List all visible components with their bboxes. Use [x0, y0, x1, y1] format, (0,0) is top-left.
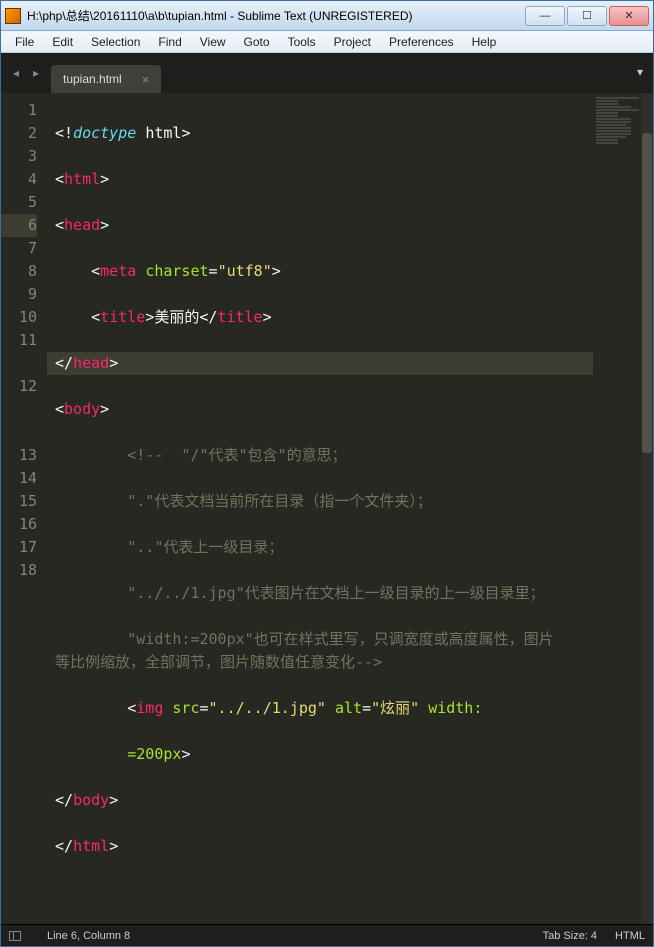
code-line[interactable]: =200px> [47, 743, 593, 766]
maximize-button[interactable]: ☐ [567, 6, 607, 26]
menu-selection[interactable]: Selection [83, 33, 148, 51]
close-button[interactable]: ✕ [609, 6, 649, 26]
menu-find[interactable]: Find [150, 33, 189, 51]
line-number[interactable]: 11 [1, 329, 37, 352]
line-number[interactable]: 10 [1, 306, 37, 329]
tab-forward-icon[interactable]: ▸ [29, 66, 43, 80]
code-line[interactable]: <!-- "/"代表"包含"的意思； [47, 444, 593, 467]
line-number[interactable]: 18 [1, 559, 37, 582]
minimize-button[interactable]: — [525, 6, 565, 26]
window: H:\php\总结\20161110\a\b\tupian.html - Sub… [0, 0, 654, 947]
code-line[interactable]: "../../1.jpg"代表图片在文档上一级目录的上一级目录里； [47, 582, 567, 605]
line-number[interactable]: 3 [1, 145, 37, 168]
code-line[interactable]: </html> [47, 835, 593, 858]
code-area[interactable]: <!doctype html> <html> <head> <meta char… [47, 93, 593, 924]
line-number[interactable]: 5 [1, 191, 37, 214]
editor[interactable]: 1 2 3 4 5 6 7 8 9 10 11 12 13 14 15 16 1… [1, 93, 653, 924]
line-number[interactable]: 2 [1, 122, 37, 145]
line-number[interactable]: 17 [1, 536, 37, 559]
line-number[interactable]: 13 [1, 444, 37, 467]
titlebar[interactable]: H:\php\总结\20161110\a\b\tupian.html - Sub… [1, 1, 653, 31]
code-line[interactable]: <html> [47, 168, 593, 191]
line-number[interactable]: 1 [1, 99, 37, 122]
code-line[interactable]: </body> [47, 789, 593, 812]
line-number[interactable]: 6 [1, 214, 37, 237]
file-tab-label: tupian.html [63, 72, 122, 86]
code-line[interactable]: <title>美丽的</title> [47, 306, 593, 329]
line-number[interactable]: 16 [1, 513, 37, 536]
line-number[interactable]: 9 [1, 283, 37, 306]
file-tab[interactable]: tupian.html × [51, 65, 161, 93]
code-line[interactable]: <!doctype html> [47, 122, 593, 145]
menu-file[interactable]: File [7, 33, 42, 51]
window-title: H:\php\总结\20161110\a\b\tupian.html - Sub… [27, 7, 525, 24]
code-line[interactable]: "width:=200px"也可在样式里写，只调宽度或高度属性，图片等比例缩放，… [47, 628, 567, 674]
window-buttons: — ☐ ✕ [525, 6, 649, 26]
line-number[interactable]: 4 [1, 168, 37, 191]
code-line[interactable] [47, 881, 593, 904]
menubar: File Edit Selection Find View Goto Tools… [1, 31, 653, 53]
code-line[interactable]: ".."代表上一级目录； [47, 536, 593, 559]
cursor-position[interactable]: Line 6, Column 8 [47, 930, 130, 942]
tab-close-icon[interactable]: × [142, 72, 150, 87]
line-number[interactable]: 15 [1, 490, 37, 513]
tabbar: ◂ ▸ tupian.html × ▾ [1, 53, 653, 93]
code-line[interactable]: <body> [47, 398, 593, 421]
menu-project[interactable]: Project [326, 33, 379, 51]
tab-history-nav: ◂ ▸ [9, 66, 43, 80]
line-gutter[interactable]: 1 2 3 4 5 6 7 8 9 10 11 12 13 14 15 16 1… [1, 93, 47, 924]
code-line[interactable]: <meta charset="utf8"> [47, 260, 593, 283]
code-line[interactable]: <head> [47, 214, 593, 237]
menu-tools[interactable]: Tools [280, 33, 324, 51]
code-line[interactable]: </head> [47, 352, 593, 375]
tab-back-icon[interactable]: ◂ [9, 66, 23, 80]
line-number[interactable]: 12 [1, 375, 37, 398]
tab-overflow-icon[interactable]: ▾ [637, 65, 643, 79]
code-line[interactable]: "."代表文档当前所在目录（指一个文件夹）； [47, 490, 593, 513]
vertical-scrollbar[interactable] [641, 93, 653, 924]
line-number[interactable]: 14 [1, 467, 37, 490]
line-number[interactable]: 7 [1, 237, 37, 260]
tab-size[interactable]: Tab Size: 4 [543, 930, 597, 942]
app-icon [5, 8, 21, 24]
menu-edit[interactable]: Edit [44, 33, 81, 51]
code-line[interactable]: <img src="../../1.jpg" alt="炫丽" width: [47, 697, 593, 720]
syntax-mode[interactable]: HTML [615, 930, 645, 942]
menu-preferences[interactable]: Preferences [381, 33, 462, 51]
menu-help[interactable]: Help [464, 33, 505, 51]
scrollbar-thumb[interactable] [642, 133, 652, 453]
menu-view[interactable]: View [192, 33, 234, 51]
statusbar: Line 6, Column 8 Tab Size: 4 HTML [1, 924, 653, 946]
sidebar-toggle-icon[interactable] [9, 931, 21, 941]
menu-goto[interactable]: Goto [236, 33, 278, 51]
line-number[interactable]: 8 [1, 260, 37, 283]
